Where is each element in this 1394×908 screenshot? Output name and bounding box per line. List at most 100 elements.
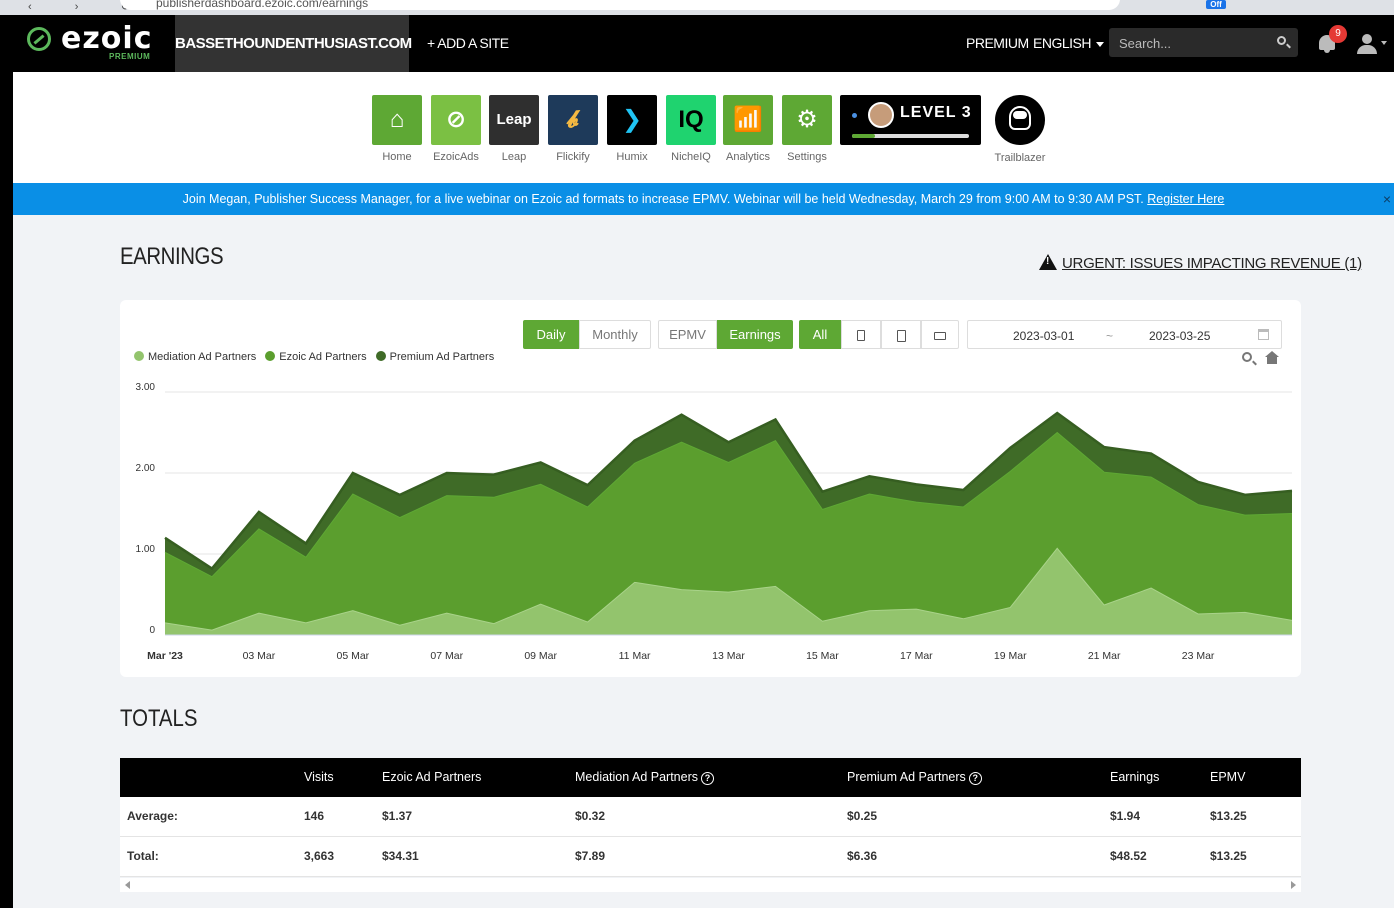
chart-legend: Mediation Ad Partners Ezoic Ad Partners Pr…: [134, 351, 503, 363]
app-glyph: ⊘: [445, 106, 467, 133]
x-tick-label: Mar '23: [147, 650, 183, 662]
trailblazer-icon[interactable]: [995, 95, 1045, 145]
level-progress-fill: [852, 134, 876, 138]
column-header[interactable]: Ezoic Ad Partners: [382, 758, 481, 797]
search-icon[interactable]: [1277, 36, 1286, 45]
mobile-toggle[interactable]: [841, 320, 881, 349]
scroll-left-icon[interactable]: [125, 881, 130, 889]
all-devices-toggle[interactable]: All: [799, 320, 841, 349]
premium-link[interactable]: PREMIUM: [966, 15, 1029, 72]
extension-badge[interactable]: Off: [1206, 0, 1226, 9]
legend-item[interactable]: Mediation Ad Partners: [134, 351, 256, 363]
table-cell: $13.25: [1210, 809, 1247, 823]
analytics-icon: 📶: [723, 95, 773, 145]
table-cell: $6.36: [847, 849, 878, 863]
gear-icon: ⚙: [782, 95, 832, 145]
x-tick-label: 11 Mar: [619, 650, 651, 662]
column-header[interactable]: Mediation Ad Partners?: [575, 758, 714, 797]
tablet-icon: [896, 329, 906, 342]
search-input[interactable]: [1119, 34, 1269, 52]
x-tick-label: 23 Mar: [1182, 650, 1215, 662]
level-text: LEVEL 3: [900, 104, 972, 121]
app-tile-nicheiq[interactable]: IQ NicheIQ: [666, 95, 716, 163]
column-header[interactable]: Visits: [304, 758, 334, 797]
epmv-toggle[interactable]: EPMV: [658, 320, 717, 349]
table-cell: 146: [304, 809, 325, 823]
legend-label: Premium Ad Partners: [389, 351, 495, 363]
tablet-toggle[interactable]: [881, 320, 921, 349]
user-icon: [1362, 34, 1372, 44]
reset-zoom-home-icon[interactable]: [1265, 351, 1279, 365]
column-header[interactable]: Earnings: [1110, 758, 1159, 797]
x-tick-label: 09 Mar: [524, 650, 557, 662]
ezoicads-icon: ⊘: [431, 95, 481, 145]
logo-tier: PREMIUM: [109, 52, 151, 61]
table-cell: 3,663: [304, 849, 335, 863]
zoom-icon[interactable]: [1242, 352, 1252, 362]
language-dropdown[interactable]: ENGLISH: [1033, 15, 1104, 72]
column-header-label: Premium Ad Partners: [847, 770, 966, 784]
help-icon[interactable]: ?: [701, 772, 714, 785]
app-glyph: IQ: [678, 106, 704, 133]
home-icon: ⌂: [372, 95, 422, 145]
app-launcher-bar: ⌂ Home ⊘ EzoicAds Leap Leap 𝓫 Flickify ❯ Humix IQ N…: [13, 72, 1394, 183]
app-tile-flickify[interactable]: 𝓫 Flickify: [548, 95, 598, 163]
app-tile-home[interactable]: ⌂ Home: [372, 95, 422, 163]
column-header[interactable]: Premium Ad Partners?: [847, 758, 982, 797]
help-icon[interactable]: ?: [968, 772, 982, 785]
scroll-right-icon[interactable]: [1291, 881, 1296, 889]
y-tick-label: 2.00: [136, 463, 156, 474]
column-header-label: Mediation Ad Partners: [575, 770, 698, 784]
desktop-toggle[interactable]: [921, 320, 959, 349]
horizontal-scrollbar[interactable]: [120, 878, 1301, 892]
legend-item[interactable]: Premium Ad Partners: [375, 351, 495, 363]
x-tick-label: 07 Mar: [430, 650, 463, 662]
top-nav: ezoic PREMIUM BASSETHOUNDENTHUSIAST.COM …: [13, 15, 1394, 72]
monthly-toggle[interactable]: Monthly: [579, 320, 651, 349]
app-tile-leap[interactable]: Leap Leap: [489, 95, 539, 163]
table-row: Total: 3,663 $34.31 $7.89 $6.36 $48.52 $13.25: [120, 837, 1301, 877]
address-bar[interactable]: publisherdashboard.ezoic.com/earnings: [120, 0, 1120, 10]
date-to: 2023-03-25: [1149, 329, 1211, 343]
earnings-toggle[interactable]: Earnings: [717, 320, 793, 349]
column-header[interactable]: EPMV: [1210, 758, 1245, 797]
ezoic-logo[interactable]: ezoic PREMIUM: [27, 21, 157, 63]
y-tick-label: 0: [149, 625, 155, 636]
totals-table: Visits Ezoic Ad Partners Mediation Ad Part…: [120, 758, 1301, 877]
browser-toolbar: ‹ › ⟳ publisherdashboard.ezoic.com/earni…: [0, 0, 1394, 15]
register-link[interactable]: Register Here: [1147, 192, 1224, 206]
warning-icon: [1039, 254, 1057, 270]
level-dot: [852, 113, 857, 118]
legend-swatch: [134, 351, 144, 361]
row-label: Total:: [127, 849, 159, 863]
close-icon[interactable]: ×: [1383, 183, 1391, 215]
site-selector[interactable]: BASSETHOUNDENTHUSIAST.COM: [175, 15, 412, 72]
chevron-down-icon: [1381, 41, 1387, 45]
date-range-picker[interactable]: 2023-03-01 ~ 2023-03-25: [967, 320, 1282, 349]
user-menu[interactable]: [1357, 34, 1387, 54]
row-label: Average:: [127, 809, 178, 823]
mobile-icon: [857, 330, 865, 342]
app-tile-ezoicads[interactable]: ⊘ EzoicAds: [431, 95, 481, 163]
level-badge[interactable]: LEVEL 3: [840, 95, 981, 145]
app-glyph: ⌂: [389, 106, 405, 133]
legend-item[interactable]: Ezoic Ad Partners: [265, 351, 367, 363]
add-site-link[interactable]: + ADD A SITE: [427, 15, 509, 72]
legend-label: Ezoic Ad Partners: [279, 351, 367, 363]
x-tick-label: 13 Mar: [712, 650, 745, 662]
app-glyph: 📶: [733, 106, 763, 133]
urgent-issues-link[interactable]: URGENT: ISSUES IMPACTING REVENUE (1): [1039, 254, 1362, 272]
app-tile-analytics[interactable]: 📶 Analytics: [723, 95, 773, 163]
table-cell: $1.37: [382, 809, 413, 823]
ezoic-logo-icon: [27, 27, 51, 51]
app-tile-humix[interactable]: ❯ Humix: [607, 95, 657, 163]
app-tile-settings[interactable]: ⚙ Settings: [782, 95, 832, 163]
table-cell: $1.94: [1110, 809, 1141, 823]
humix-icon: ❯: [607, 95, 657, 145]
app-label: Settings: [787, 151, 827, 163]
language-label: ENGLISH: [1033, 35, 1091, 51]
chevron-down-icon: [1095, 41, 1104, 47]
daily-toggle[interactable]: Daily: [523, 320, 579, 349]
earnings-chart-card: 3.00 2.00 1.00 0 Mar '23 03 Mar 05 Mar 07 Mar 09…: [120, 300, 1301, 677]
table-cell: $0.32: [575, 809, 606, 823]
